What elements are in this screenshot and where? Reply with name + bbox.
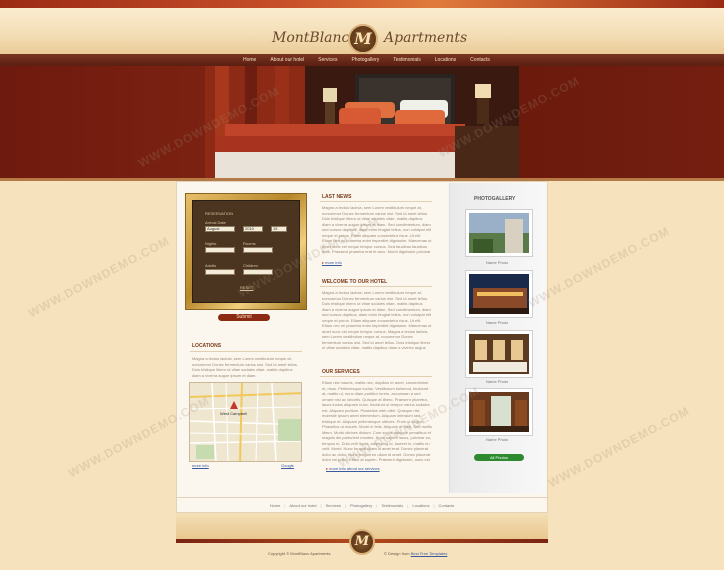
gallery-caption-4: Name Photo [486, 437, 509, 442]
arrival-year-select[interactable]: 2010 [243, 226, 263, 232]
map-more-info-link[interactable]: more info [192, 463, 209, 468]
footer-link-locations[interactable]: Locations [408, 503, 433, 508]
logo-word-right: Apartments [384, 30, 468, 46]
nav-item-photogallery[interactable]: Photogallery [344, 54, 386, 66]
gallery-thumb-2[interactable] [465, 270, 533, 318]
copyright-text: Copyright © MontBlanc Apartments [268, 551, 331, 556]
gallery-photo-dining [469, 334, 529, 374]
services-more-link[interactable]: more info about our services [326, 466, 379, 471]
gallery-caption-3: Name Photo [486, 379, 509, 384]
services-title: OUR SERVICES [322, 369, 360, 375]
top-accent-bar [0, 0, 724, 8]
site-logo[interactable]: MontBlanc M Apartments [268, 24, 467, 54]
nav-item-home[interactable]: Home [236, 54, 263, 66]
design-credit: © Design from Best Free Templates [384, 551, 447, 556]
welcome-text: Magna a lectus lacinia, sem Lorem vestib… [322, 290, 432, 352]
watermark-text: WWW.DOWNDEMO.COM [545, 403, 693, 491]
site-header: MontBlanc M Apartments APARTMENTS HOTEL [0, 8, 724, 58]
locations-text: Magna a lectus lacinia, sem Lorem vestib… [192, 356, 299, 378]
welcome-rule [320, 286, 432, 287]
watermark-text: WWW.DOWNDEMO.COM [25, 233, 173, 321]
rooms-label: Rooms [243, 241, 256, 246]
footer-nav: Home | About our hotel | Services | Phot… [176, 497, 548, 513]
footer-logo-badge: M [349, 529, 375, 555]
footer-link-services[interactable]: Services [322, 503, 345, 508]
photogallery-title: PHOTOGALLERY [474, 196, 516, 202]
gallery-photo-terrace [469, 213, 529, 253]
gallery-caption-2: Name Photo [486, 320, 509, 325]
main-nav: Home About our hotel Services Photogalle… [0, 54, 724, 66]
all-photos-button[interactable]: All Photos [474, 454, 524, 461]
design-credit-prefix: © Design from [384, 551, 410, 556]
nights-select[interactable] [205, 247, 235, 253]
children-label: Children [243, 263, 258, 268]
gallery-thumb-3[interactable] [465, 330, 533, 378]
arrival-day-select[interactable]: 15 [271, 226, 287, 232]
reservation-title: RESERVATION [205, 211, 234, 216]
adults-label: Adults [205, 263, 217, 268]
arrival-date-label: Arrival Date [205, 220, 226, 225]
news-more-link[interactable]: more info [322, 260, 342, 265]
news-rule [320, 201, 432, 202]
nav-item-services[interactable]: Services [311, 54, 344, 66]
footer-link-photogallery[interactable]: Photogallery [346, 503, 376, 508]
gallery-thumb-1[interactable] [465, 209, 533, 257]
nav-item-testimonials[interactable]: Testimonials [386, 54, 428, 66]
design-credit-link[interactable]: Best Free Templates [411, 551, 448, 556]
nav-item-locations[interactable]: Locations [428, 54, 463, 66]
welcome-title: WELCOME TO OUR HOTEL [322, 279, 388, 285]
submit-button[interactable]: Submit [218, 314, 270, 321]
footer-link-about[interactable]: About our hotel [285, 503, 320, 508]
hero-bedroom-image [205, 66, 519, 178]
map-place-label: West Campbell [220, 411, 248, 416]
gallery-photo-night [469, 274, 529, 314]
gallery-caption-1: Name Photo [486, 260, 509, 265]
nav-item-about[interactable]: About our hotel [263, 54, 311, 66]
nights-label: Nights [205, 241, 217, 246]
main-nav-list: Home About our hotel Services Photogalle… [236, 54, 497, 66]
map-google-link[interactable]: Google [281, 463, 294, 468]
locations-title: LOCATIONS [192, 343, 222, 349]
footer-link-testimonials[interactable]: Testimonials [377, 503, 407, 508]
locations-rule [190, 351, 302, 352]
news-title: LAST NEWS [322, 194, 352, 200]
services-rule [320, 376, 432, 377]
footer-link-contacts[interactable]: Contacts [435, 503, 459, 508]
logo-badge: M [348, 24, 378, 54]
footer-link-home[interactable]: Home [266, 503, 285, 508]
adults-select[interactable] [205, 269, 235, 275]
nav-item-contacts[interactable]: Contacts [463, 54, 497, 66]
arrival-month-select[interactable]: August [205, 226, 235, 232]
logo-word-left: MontBlanc [272, 30, 350, 46]
rooms-select[interactable] [243, 247, 273, 253]
